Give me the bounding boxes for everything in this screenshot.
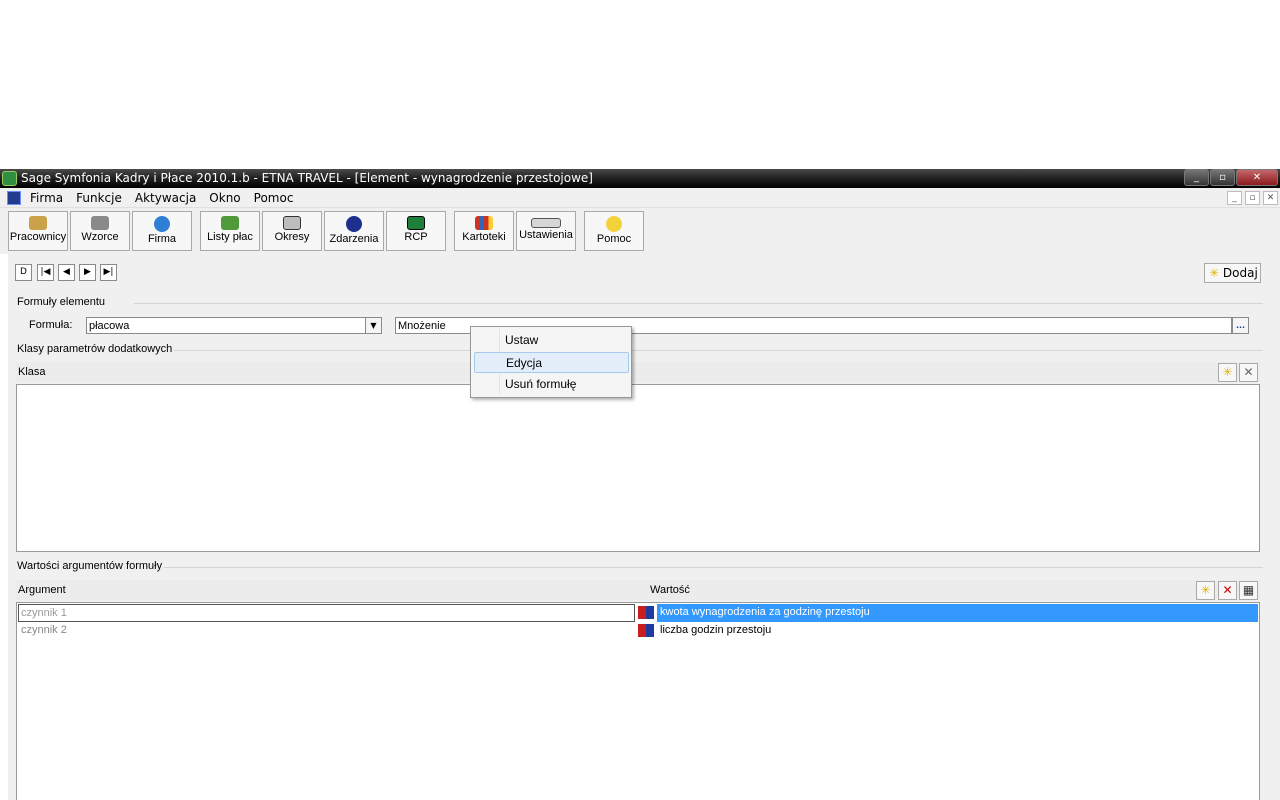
arguments-group-title: Wartości argumentów formuły — [17, 560, 163, 572]
classes-group-title: Klasy parametrów dodatkowych — [17, 343, 173, 355]
table-row-value[interactable]: kwota wynagrodzenia za godzinę przestoju — [657, 604, 1258, 622]
menu-bar: Firma Funkcje Aktywacja Okno Pomoc _ ▫ ✕ — [0, 188, 1280, 208]
document-icon[interactable] — [7, 191, 21, 205]
globe-icon — [154, 216, 170, 232]
classes-column-header: Klasa — [16, 362, 1260, 382]
toolbar-kartoteki-button[interactable]: Kartoteki — [454, 211, 514, 251]
formula-label: Formuła: — [29, 319, 73, 331]
nav-first-button[interactable]: |◀ — [37, 264, 54, 281]
context-menu-usun-formule[interactable]: Usuń formułę — [474, 374, 629, 395]
calendar-icon — [283, 216, 301, 230]
close-button[interactable]: ✕ — [1236, 169, 1278, 186]
nav-next-button[interactable]: ▶ — [79, 264, 96, 281]
arguments-edit-icon[interactable]: ▦ — [1239, 581, 1258, 600]
arguments-divider — [164, 567, 1263, 568]
rcp-icon — [407, 216, 425, 230]
toolbar-firma-button[interactable]: Firma — [132, 211, 192, 251]
value-column-header: Wartość — [648, 580, 1260, 600]
formula-select[interactable]: płacowa — [86, 317, 366, 334]
menu-firma[interactable]: Firma — [30, 191, 63, 205]
toolbar: Pracownicy Wzorce Firma Listy płac Okres… — [0, 208, 1280, 254]
toolbar-ustawienia-button[interactable]: Ustawienia — [516, 211, 576, 251]
arguments-delete-icon[interactable]: ✕ — [1218, 581, 1237, 600]
formulas-divider — [134, 303, 1263, 304]
classes-divider — [174, 350, 1263, 351]
classes-delete-icon[interactable]: ✕ — [1239, 363, 1258, 382]
menu-pomoc[interactable]: Pomoc — [254, 191, 294, 205]
help-icon — [606, 216, 622, 232]
menu-okno[interactable]: Okno — [209, 191, 240, 205]
table-row-arg[interactable]: czynnik 1 — [18, 604, 635, 622]
context-menu: Ustaw Edycja Usuń formułę — [470, 326, 632, 398]
nav-d-button[interactable]: D — [15, 264, 32, 281]
source-icon[interactable] — [638, 624, 654, 637]
nav-prev-button[interactable]: ◀ — [58, 264, 75, 281]
exclamation-icon — [346, 216, 362, 232]
money-icon — [221, 216, 239, 230]
sliders-icon — [531, 218, 561, 228]
arguments-add-icon[interactable]: ✳ — [1196, 581, 1215, 600]
argument-column-header: Argument — [16, 580, 648, 600]
nav-last-button[interactable]: ▶| — [100, 264, 117, 281]
title-bar: Sage Symfonia Kadry i Płace 2010.1.b - E… — [0, 169, 1280, 188]
toolbar-listy-plac-button[interactable]: Listy płac — [200, 211, 260, 251]
formula-dropdown-button[interactable]: ▼ — [365, 317, 382, 334]
mdi-restore-button[interactable]: ▫ — [1245, 191, 1260, 205]
add-button-label: Dodaj — [1222, 266, 1258, 280]
people-icon — [29, 216, 47, 230]
toolbar-pracownicy-button[interactable]: Pracownicy — [8, 211, 68, 251]
toolbar-wzorce-button[interactable]: Wzorce — [70, 211, 130, 251]
classes-list[interactable] — [16, 384, 1260, 552]
add-button[interactable]: ✳ Dodaj — [1204, 263, 1261, 283]
toolbar-okresy-button[interactable]: Okresy — [262, 211, 322, 251]
classes-add-icon[interactable]: ✳ — [1218, 363, 1237, 382]
menu-funkcje[interactable]: Funkcje — [76, 191, 122, 205]
menu-aktywacja[interactable]: Aktywacja — [135, 191, 196, 205]
element-form: D |◀ ◀ ▶ ▶| ✳ Dodaj Formuły elementu For… — [8, 254, 1280, 800]
toolbar-zdarzenia-button[interactable]: Zdarzenia — [324, 211, 384, 251]
context-menu-edycja[interactable]: Edycja — [474, 352, 629, 373]
formulas-group-title: Formuły elementu — [17, 296, 106, 308]
mdi-close-button[interactable]: ✕ — [1263, 191, 1278, 205]
source-icon[interactable] — [638, 606, 654, 619]
toolbar-pomoc-button[interactable]: Pomoc — [584, 211, 644, 251]
toolbar-rcp-button[interactable]: RCP — [386, 211, 446, 251]
mdi-minimize-button[interactable]: _ — [1227, 191, 1242, 205]
window-title: Sage Symfonia Kadry i Płace 2010.1.b - E… — [21, 171, 593, 185]
context-menu-ustaw[interactable]: Ustaw — [474, 330, 629, 351]
templates-icon — [91, 216, 109, 230]
table-row-arg[interactable]: czynnik 2 — [18, 622, 635, 640]
more-button[interactable]: ... — [1232, 317, 1249, 334]
app-icon — [2, 171, 17, 186]
add-star-icon: ✳ — [1209, 266, 1220, 280]
arguments-table: czynnik 1 kwota wynagrodzenia za godzinę… — [16, 602, 1260, 800]
minimize-button[interactable]: _ — [1184, 169, 1209, 186]
binders-icon — [475, 216, 493, 230]
restore-button[interactable]: ▫ — [1210, 169, 1235, 186]
table-row-value[interactable]: liczba godzin przestoju — [657, 622, 1258, 640]
